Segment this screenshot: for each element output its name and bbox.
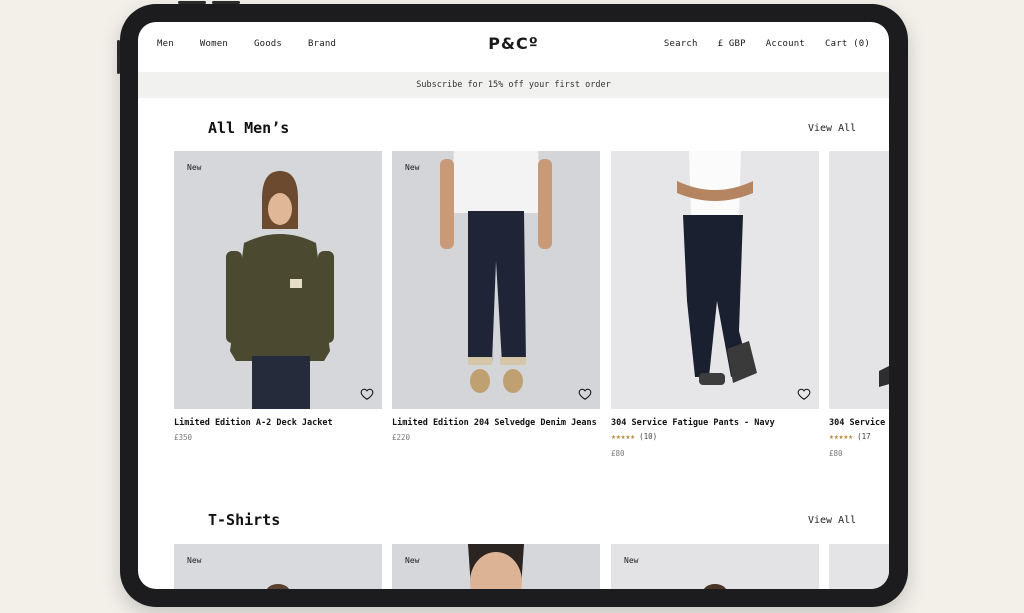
model-jacket-illustration xyxy=(174,151,382,409)
product-card[interactable] xyxy=(829,544,889,589)
brand-logo[interactable]: P&Cº xyxy=(488,34,538,53)
utility-nav: Search £ GBP Account Cart (0) xyxy=(664,39,870,49)
primary-nav: Men Women Goods Brand xyxy=(157,39,336,49)
view-all-t-shirts-link[interactable]: View All xyxy=(808,515,856,526)
product-price: £80 xyxy=(829,449,843,458)
heart-outline-icon[interactable] xyxy=(360,387,374,401)
model-jeans-illustration xyxy=(392,151,600,409)
search-link[interactable]: Search xyxy=(664,39,698,49)
new-badge: New xyxy=(405,556,420,565)
product-image[interactable]: New xyxy=(392,544,600,589)
product-image[interactable] xyxy=(611,151,819,409)
model-tshirt-illustration xyxy=(611,544,819,589)
nav-women[interactable]: Women xyxy=(200,39,228,49)
product-image[interactable]: New xyxy=(611,544,819,589)
product-card[interactable]: New xyxy=(174,544,382,589)
review-count: (10) xyxy=(639,432,658,441)
review-count: (17 xyxy=(857,432,871,441)
product-card[interactable]: 304 Service Fatigue Pants - Navy ★★★★★ (… xyxy=(611,151,819,458)
model-pants-illustration xyxy=(829,151,889,409)
screen: Men Women Goods Brand P&Cº Search £ GBP … xyxy=(138,22,889,589)
product-price: £350 xyxy=(174,433,193,442)
nav-goods[interactable]: Goods xyxy=(254,39,282,49)
new-badge: New xyxy=(405,163,420,172)
heart-outline-icon[interactable] xyxy=(797,387,811,401)
model-tshirt-illustration xyxy=(392,544,600,589)
product-name[interactable]: Limited Edition A-2 Deck Jacket xyxy=(174,418,382,428)
tablet-side-button xyxy=(117,40,120,74)
product-image[interactable]: New xyxy=(392,151,600,409)
product-card[interactable]: New xyxy=(611,544,819,589)
nav-brand[interactable]: Brand xyxy=(308,39,336,49)
new-badge: New xyxy=(187,556,202,565)
account-link[interactable]: Account xyxy=(766,39,805,49)
view-all-mens-link[interactable]: View All xyxy=(808,123,856,134)
star-icon: ★★★★★ xyxy=(611,432,636,441)
top-navigation: Men Women Goods Brand P&Cº Search £ GBP … xyxy=(138,22,889,70)
product-image[interactable] xyxy=(829,151,889,409)
product-rating: ★★★★★ (10) xyxy=(611,432,819,441)
product-price: £220 xyxy=(392,433,411,442)
product-name[interactable]: 304 Service xyxy=(829,418,889,428)
new-badge: New xyxy=(187,163,202,172)
product-card[interactable]: New xyxy=(392,544,600,589)
model-tshirt-illustration xyxy=(174,544,382,589)
currency-selector[interactable]: £ GBP xyxy=(718,39,746,49)
model-fatigue-pants-illustration xyxy=(611,151,819,409)
section-title-all-mens: All Men’s xyxy=(208,119,290,137)
tablet-device-frame: Men Women Goods Brand P&Cº Search £ GBP … xyxy=(117,1,908,607)
product-image[interactable] xyxy=(829,544,889,589)
product-name[interactable]: Limited Edition 204 Selvedge Denim Jeans xyxy=(392,418,600,428)
product-card[interactable]: 304 Service ★★★★★ (17 £80 xyxy=(829,151,889,458)
nav-men[interactable]: Men xyxy=(157,39,174,49)
product-card[interactable]: New Limited Edition 204 Selvedge Denim J… xyxy=(392,151,600,442)
cart-link[interactable]: Cart (0) xyxy=(825,39,870,49)
product-price: £80 xyxy=(611,449,625,458)
section-title-t-shirts: T-Shirts xyxy=(208,511,281,529)
product-card[interactable]: New Limited Edition A-2 Deck Jacket £350 xyxy=(174,151,382,442)
new-badge: New xyxy=(624,556,639,565)
product-rating: ★★★★★ (17 xyxy=(829,432,889,441)
promo-banner[interactable]: Subscribe for 15% off your first order xyxy=(138,72,889,98)
product-name[interactable]: 304 Service Fatigue Pants - Navy xyxy=(611,418,819,428)
product-image[interactable]: New xyxy=(174,544,382,589)
product-image[interactable]: New xyxy=(174,151,382,409)
star-icon: ★★★★★ xyxy=(829,432,854,441)
heart-outline-icon[interactable] xyxy=(578,387,592,401)
